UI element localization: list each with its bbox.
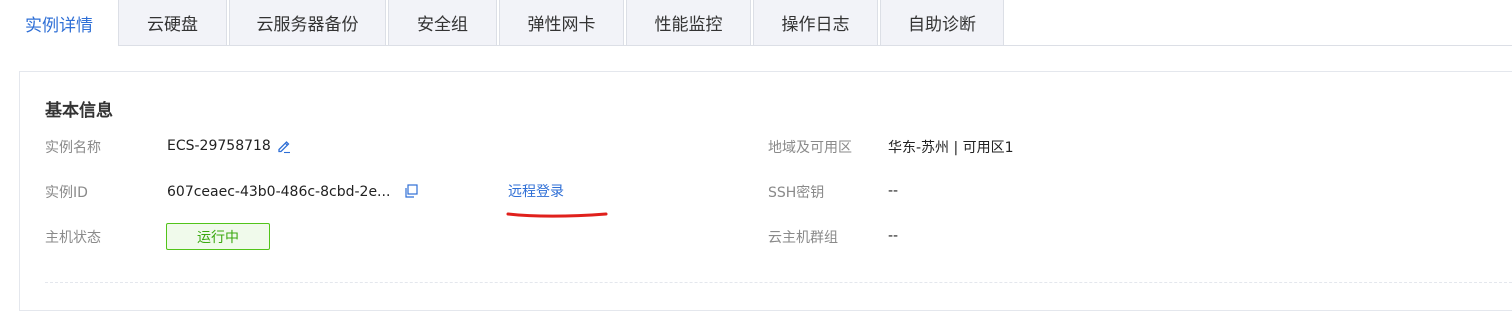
tab-server-backup[interactable]: 云服务器备份 xyxy=(229,0,386,45)
instance-name-value: ECS-29758718 xyxy=(167,138,271,154)
tab-bar: 实例详情 云硬盘 云服务器备份 安全组 弹性网卡 性能监控 操作日志 自助诊断 xyxy=(0,0,1512,46)
copy-icon[interactable] xyxy=(403,183,419,199)
region-zone-value: 华东-苏州 | 可用区1 xyxy=(888,140,1014,156)
tab-security-group[interactable]: 安全组 xyxy=(388,0,497,45)
section-divider xyxy=(45,282,1512,283)
instance-id-value: 607ceaec-43b0-486c-8cbd-2e... xyxy=(167,184,391,200)
host-group-label: 云主机群组 xyxy=(768,230,838,246)
pencil-edit-icon[interactable] xyxy=(276,138,292,154)
instance-id-label: 实例ID xyxy=(45,185,88,201)
ssh-key-value: -- xyxy=(888,183,899,199)
section-title: 基本信息 xyxy=(45,101,113,121)
tab-cloud-disk[interactable]: 云硬盘 xyxy=(118,0,227,45)
remote-login-link[interactable]: 远程登录 xyxy=(508,181,564,201)
region-zone-label: 地域及可用区 xyxy=(768,140,852,156)
tab-performance-monitoring[interactable]: 性能监控 xyxy=(626,0,751,45)
tab-elastic-nic[interactable]: 弹性网卡 xyxy=(499,0,624,45)
red-underline-annotation xyxy=(506,206,610,225)
instance-name-label: 实例名称 xyxy=(45,140,101,156)
host-group-value: -- xyxy=(888,228,899,244)
host-status-label: 主机状态 xyxy=(45,230,101,246)
status-badge: 运行中 xyxy=(166,223,270,250)
ssh-key-label: SSH密钥 xyxy=(768,185,825,201)
tab-instance-details[interactable]: 实例详情 xyxy=(0,0,118,46)
tab-self-diagnosis[interactable]: 自助诊断 xyxy=(880,0,1004,45)
tab-operation-logs[interactable]: 操作日志 xyxy=(753,0,878,45)
